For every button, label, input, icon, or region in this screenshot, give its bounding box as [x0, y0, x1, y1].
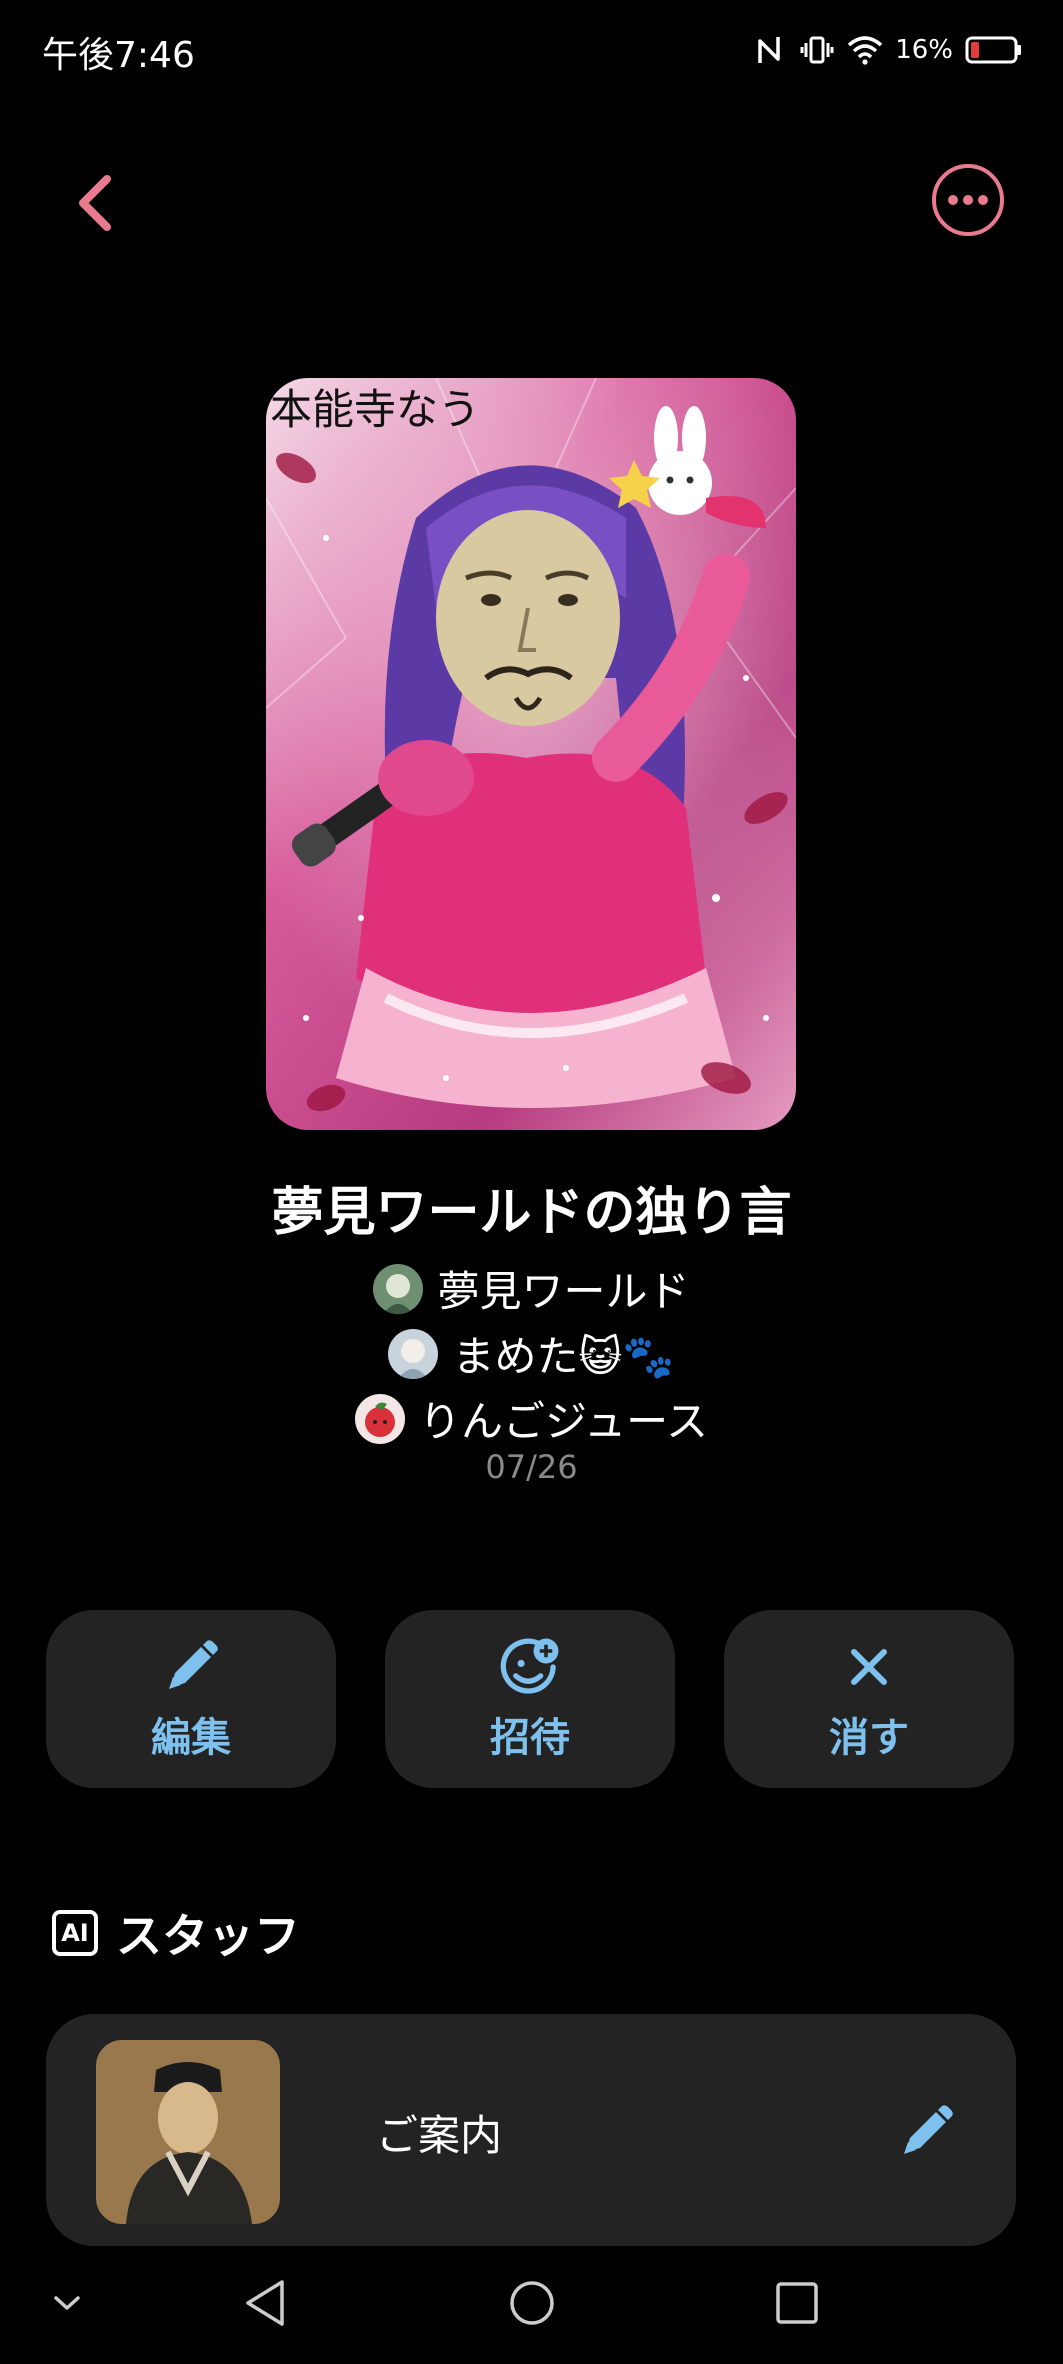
member-name: りんごジュース [419, 1397, 708, 1446]
album-cover-image[interactable]: 本能寺なう [266, 378, 796, 1130]
staff-name: ご案内 [376, 2111, 503, 2160]
invite-button[interactable]: 招待 [385, 1610, 675, 1788]
cover-caption: 本能寺なう [270, 385, 481, 434]
edit-button[interactable]: 編集 [46, 1610, 336, 1788]
chevron-down-icon[interactable] [32, 2268, 102, 2338]
pencil-icon [896, 2102, 956, 2166]
home-circle-icon[interactable] [497, 2268, 567, 2338]
chevron-left-icon [75, 173, 115, 237]
system-nav-bar [0, 2246, 1063, 2364]
member-avatar [388, 1328, 439, 1379]
member-item[interactable]: 夢見ワールド [0, 1258, 1063, 1319]
album-date: 07/26 [485, 1448, 578, 1486]
battery-low-icon [965, 32, 1023, 68]
invite-label: 招待 [490, 1715, 570, 1761]
back-triangle-icon[interactable] [230, 2268, 300, 2338]
member-name: 夢見ワールド [437, 1267, 690, 1316]
member-avatar [373, 1263, 424, 1314]
staff-edit-button[interactable] [892, 2100, 960, 2168]
vibrate-icon [799, 32, 835, 68]
delete-button[interactable]: 消す [724, 1610, 1014, 1788]
invite-face-plus-icon [498, 1635, 562, 1699]
recents-square-icon[interactable] [762, 2268, 832, 2338]
wifi-icon [847, 32, 883, 68]
ai-badge: AI [52, 1910, 98, 1956]
edit-label: 編集 [151, 1715, 231, 1761]
member-item[interactable]: まめた😺🐾 [0, 1323, 1063, 1384]
staff-card[interactable]: ご案内 [46, 2014, 1016, 2246]
more-button[interactable] [932, 164, 1004, 236]
close-icon [837, 1635, 901, 1699]
battery-percent: 16% [895, 35, 953, 65]
status-bar: 午後7:46 16% [0, 0, 1063, 100]
member-item[interactable]: りんごジュース [0, 1388, 1063, 1449]
album-title: 夢見ワールドの独り言 [271, 1183, 792, 1243]
status-icons: 16% [751, 30, 1023, 70]
staff-section-header: AI スタッフ [52, 1900, 300, 1966]
nfc-icon [751, 32, 787, 68]
member-avatar [355, 1393, 406, 1444]
back-button[interactable] [60, 160, 130, 250]
delete-label: 消す [829, 1715, 909, 1761]
staff-avatar [96, 2040, 280, 2224]
more-horizontal-icon [946, 191, 990, 210]
cover-illustration [266, 378, 796, 1130]
section-title: スタッフ [116, 1909, 300, 1963]
status-time: 午後7:46 [42, 35, 195, 76]
pencil-icon [159, 1635, 223, 1699]
member-name: まめた😺🐾 [452, 1332, 675, 1381]
